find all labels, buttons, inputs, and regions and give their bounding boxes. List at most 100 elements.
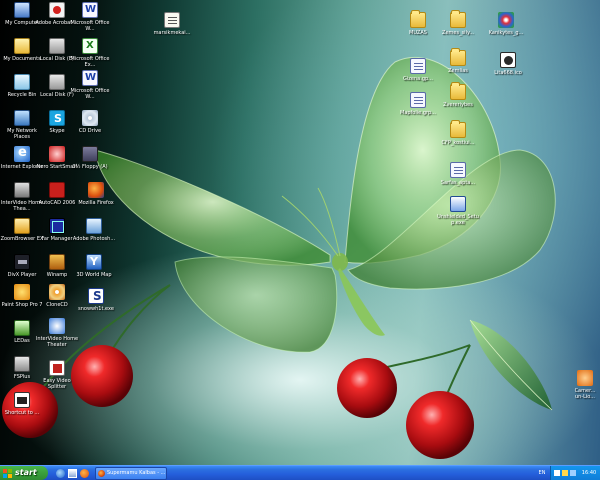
document-icon — [410, 92, 426, 108]
divx-icon — [14, 254, 30, 270]
desktop-icon-mapfolie[interactable]: Mapfolie.grp... — [396, 92, 440, 116]
desktop-icon-label: Mozilla Firefox — [78, 200, 114, 206]
desktop-icon-clonecd[interactable]: CloneCD — [35, 284, 79, 308]
desktop-icon-sarfas-apta[interactable]: Sarfas_apta... — [436, 162, 480, 186]
desktop-icon-3d-world-map[interactable]: 3D World Map — [72, 254, 116, 278]
winamp-icon — [49, 254, 65, 270]
desktop-icon-label: Camer... un-Lio... — [574, 388, 596, 400]
desktop-icon-lita668-ico[interactable]: Lita668.ico — [486, 52, 530, 76]
text-file-icon — [164, 12, 180, 28]
document-icon — [410, 58, 426, 74]
desktop-icon-marsikmekai[interactable]: marsikmekai... — [150, 12, 194, 36]
word-icon — [82, 2, 98, 18]
system-tray: 16:40 — [550, 466, 600, 480]
desktop-icon-label: snowwh1t.exe — [78, 306, 114, 312]
firefox-icon — [98, 470, 105, 477]
zoombrowser-icon — [14, 218, 30, 234]
desktop-icon-floppy-a[interactable]: 3½ Floppy (A) — [68, 146, 112, 170]
desktop-icon-office-word-2[interactable]: Microsoft Office W... — [68, 70, 112, 100]
taskbar: start Supermamu Kalbas - ... EN 16:40 — [0, 465, 600, 480]
desktop-icon-label: Microsoft Office Ex... — [70, 56, 110, 68]
pdf-icon — [49, 2, 65, 18]
windows-logo-icon — [3, 469, 12, 478]
desktop-icon-zemes-sily[interactable]: Zemes_sily... — [436, 10, 480, 36]
autocad-icon — [49, 182, 65, 198]
exe-icon — [88, 288, 104, 304]
desktop-icon-label: InterVideo Home Theater — [35, 336, 79, 348]
world-map-icon — [86, 254, 102, 270]
desktop-icon-label: Zemes_sily... — [442, 30, 474, 36]
clonecd-icon — [49, 284, 65, 300]
desktop-icon-office-word-1[interactable]: Microsoft Office W... — [68, 2, 112, 32]
desktop-icon-cfp-kostiui[interactable]: CFP_kostiui... — [436, 120, 480, 146]
desktop-icon-label: Lita668.ico — [494, 70, 522, 76]
desktop-icon-label: Unshielded_Setup.exe — [437, 214, 479, 226]
far-manager-icon — [49, 218, 65, 234]
desktop-icon-snowwh1t-exe[interactable]: snowwh1t.exe — [74, 288, 118, 312]
internet-explorer-icon — [14, 145, 30, 162]
desktop-icon-label: Mapfolie.grp... — [400, 110, 436, 116]
desktop-icon-label: AutoCAD 2006 — [38, 200, 76, 206]
shortcut-icon — [14, 392, 30, 408]
desktop-icon-muzas[interactable]: MUZAS — [396, 10, 440, 36]
desktop-icon-adobe-photoshop[interactable]: Adobe Photosh... — [72, 218, 116, 242]
setup-icon — [450, 196, 466, 212]
computer-icon — [14, 2, 30, 18]
folder-icon — [450, 82, 466, 100]
desktop-icon-easy-video-splitter[interactable]: Easy Video Splitter — [35, 360, 79, 390]
word-icon — [82, 70, 98, 86]
desktop-icon-gizena[interactable]: Gizena.gp... — [396, 58, 440, 82]
desktop-icon-label: Zvereriybes — [443, 102, 473, 108]
desktop-icon-label: Kanikytes_g... — [488, 30, 524, 36]
winbin-icon — [498, 12, 514, 28]
desktop-icon-zemlias[interactable]: Zemlias — [436, 48, 480, 74]
floppy-icon — [82, 146, 98, 162]
desktop-icon-label: CD Drive — [78, 128, 102, 134]
desktop-icon-zvereriybes[interactable]: Zvereriybes — [436, 82, 480, 108]
desktop-icon-label: Sarfas_apta... — [440, 180, 476, 186]
desktop-icon-unshielded-setup[interactable]: Unshielded_Setup.exe — [436, 196, 480, 226]
recycle-bin-icon — [14, 74, 30, 90]
desktop-icon-mozilla-firefox[interactable]: Mozilla Firefox — [74, 182, 118, 206]
desktop-icon-kanikytes[interactable]: Kanikytes_g... — [484, 12, 528, 36]
desktop-icon-label: marsikmekai... — [153, 30, 191, 36]
fsplus-icon — [14, 356, 30, 372]
disk-icon — [49, 38, 65, 54]
clock[interactable]: 16:40 — [578, 466, 600, 480]
folder-icon — [450, 10, 466, 28]
quick-launch-ie-icon[interactable] — [56, 469, 65, 478]
desktop-icon-label: 3D World Map — [76, 272, 112, 278]
quick-launch-show-desktop-icon[interactable] — [68, 469, 77, 478]
skype-icon — [49, 110, 65, 126]
desktop: My Computer Adobe Acrobat ... Microsoft … — [0, 0, 600, 465]
desktop-icon-shortcut[interactable]: Shortcut to ... — [0, 392, 44, 416]
quick-launch-firefox-icon[interactable] — [80, 469, 89, 478]
tray-network-icon[interactable] — [554, 470, 560, 476]
video-splitter-icon — [49, 360, 65, 376]
network-icon — [14, 110, 30, 126]
language-indicator[interactable]: EN — [536, 466, 548, 480]
desktop-icon-cd-drive[interactable]: CD Drive — [68, 110, 112, 134]
desktop-icon-label: 3½ Floppy (A) — [72, 164, 108, 170]
taskbar-window-button[interactable]: Supermamu Kalbas - ... — [95, 467, 167, 480]
desktop-icon-label: Adobe Photosh... — [72, 236, 116, 242]
desktop-icon-label: Microsoft Office W... — [70, 20, 110, 32]
cd-drive-icon — [82, 110, 98, 126]
folder-icon — [450, 120, 466, 138]
desktop-icon-intervideo-home-theater-2[interactable]: InterVideo Home Theater — [35, 318, 79, 348]
tray-volume-icon[interactable] — [570, 470, 576, 476]
document-icon — [450, 162, 466, 178]
desktop-icon-label: Shortcut to ... — [4, 410, 40, 416]
desktop-icon-autocad[interactable]: AutoCAD 2006 — [35, 182, 79, 206]
desktop-icon-office-excel[interactable]: Microsoft Office Ex... — [68, 38, 112, 68]
desktop-icon-label: MUZAS — [409, 30, 427, 36]
intervideo-icon — [49, 318, 65, 334]
excel-icon — [82, 38, 98, 54]
ico-file-icon — [500, 52, 516, 68]
app-icon — [577, 370, 593, 386]
desktop-icon-camera-partial[interactable]: Camer... un-Lio... — [570, 370, 600, 400]
tray-warning-icon[interactable] — [562, 470, 568, 476]
desktop-icon-label: Easy Video Splitter — [43, 378, 71, 390]
disk-icon — [49, 74, 65, 90]
start-button[interactable]: start — [0, 466, 48, 480]
